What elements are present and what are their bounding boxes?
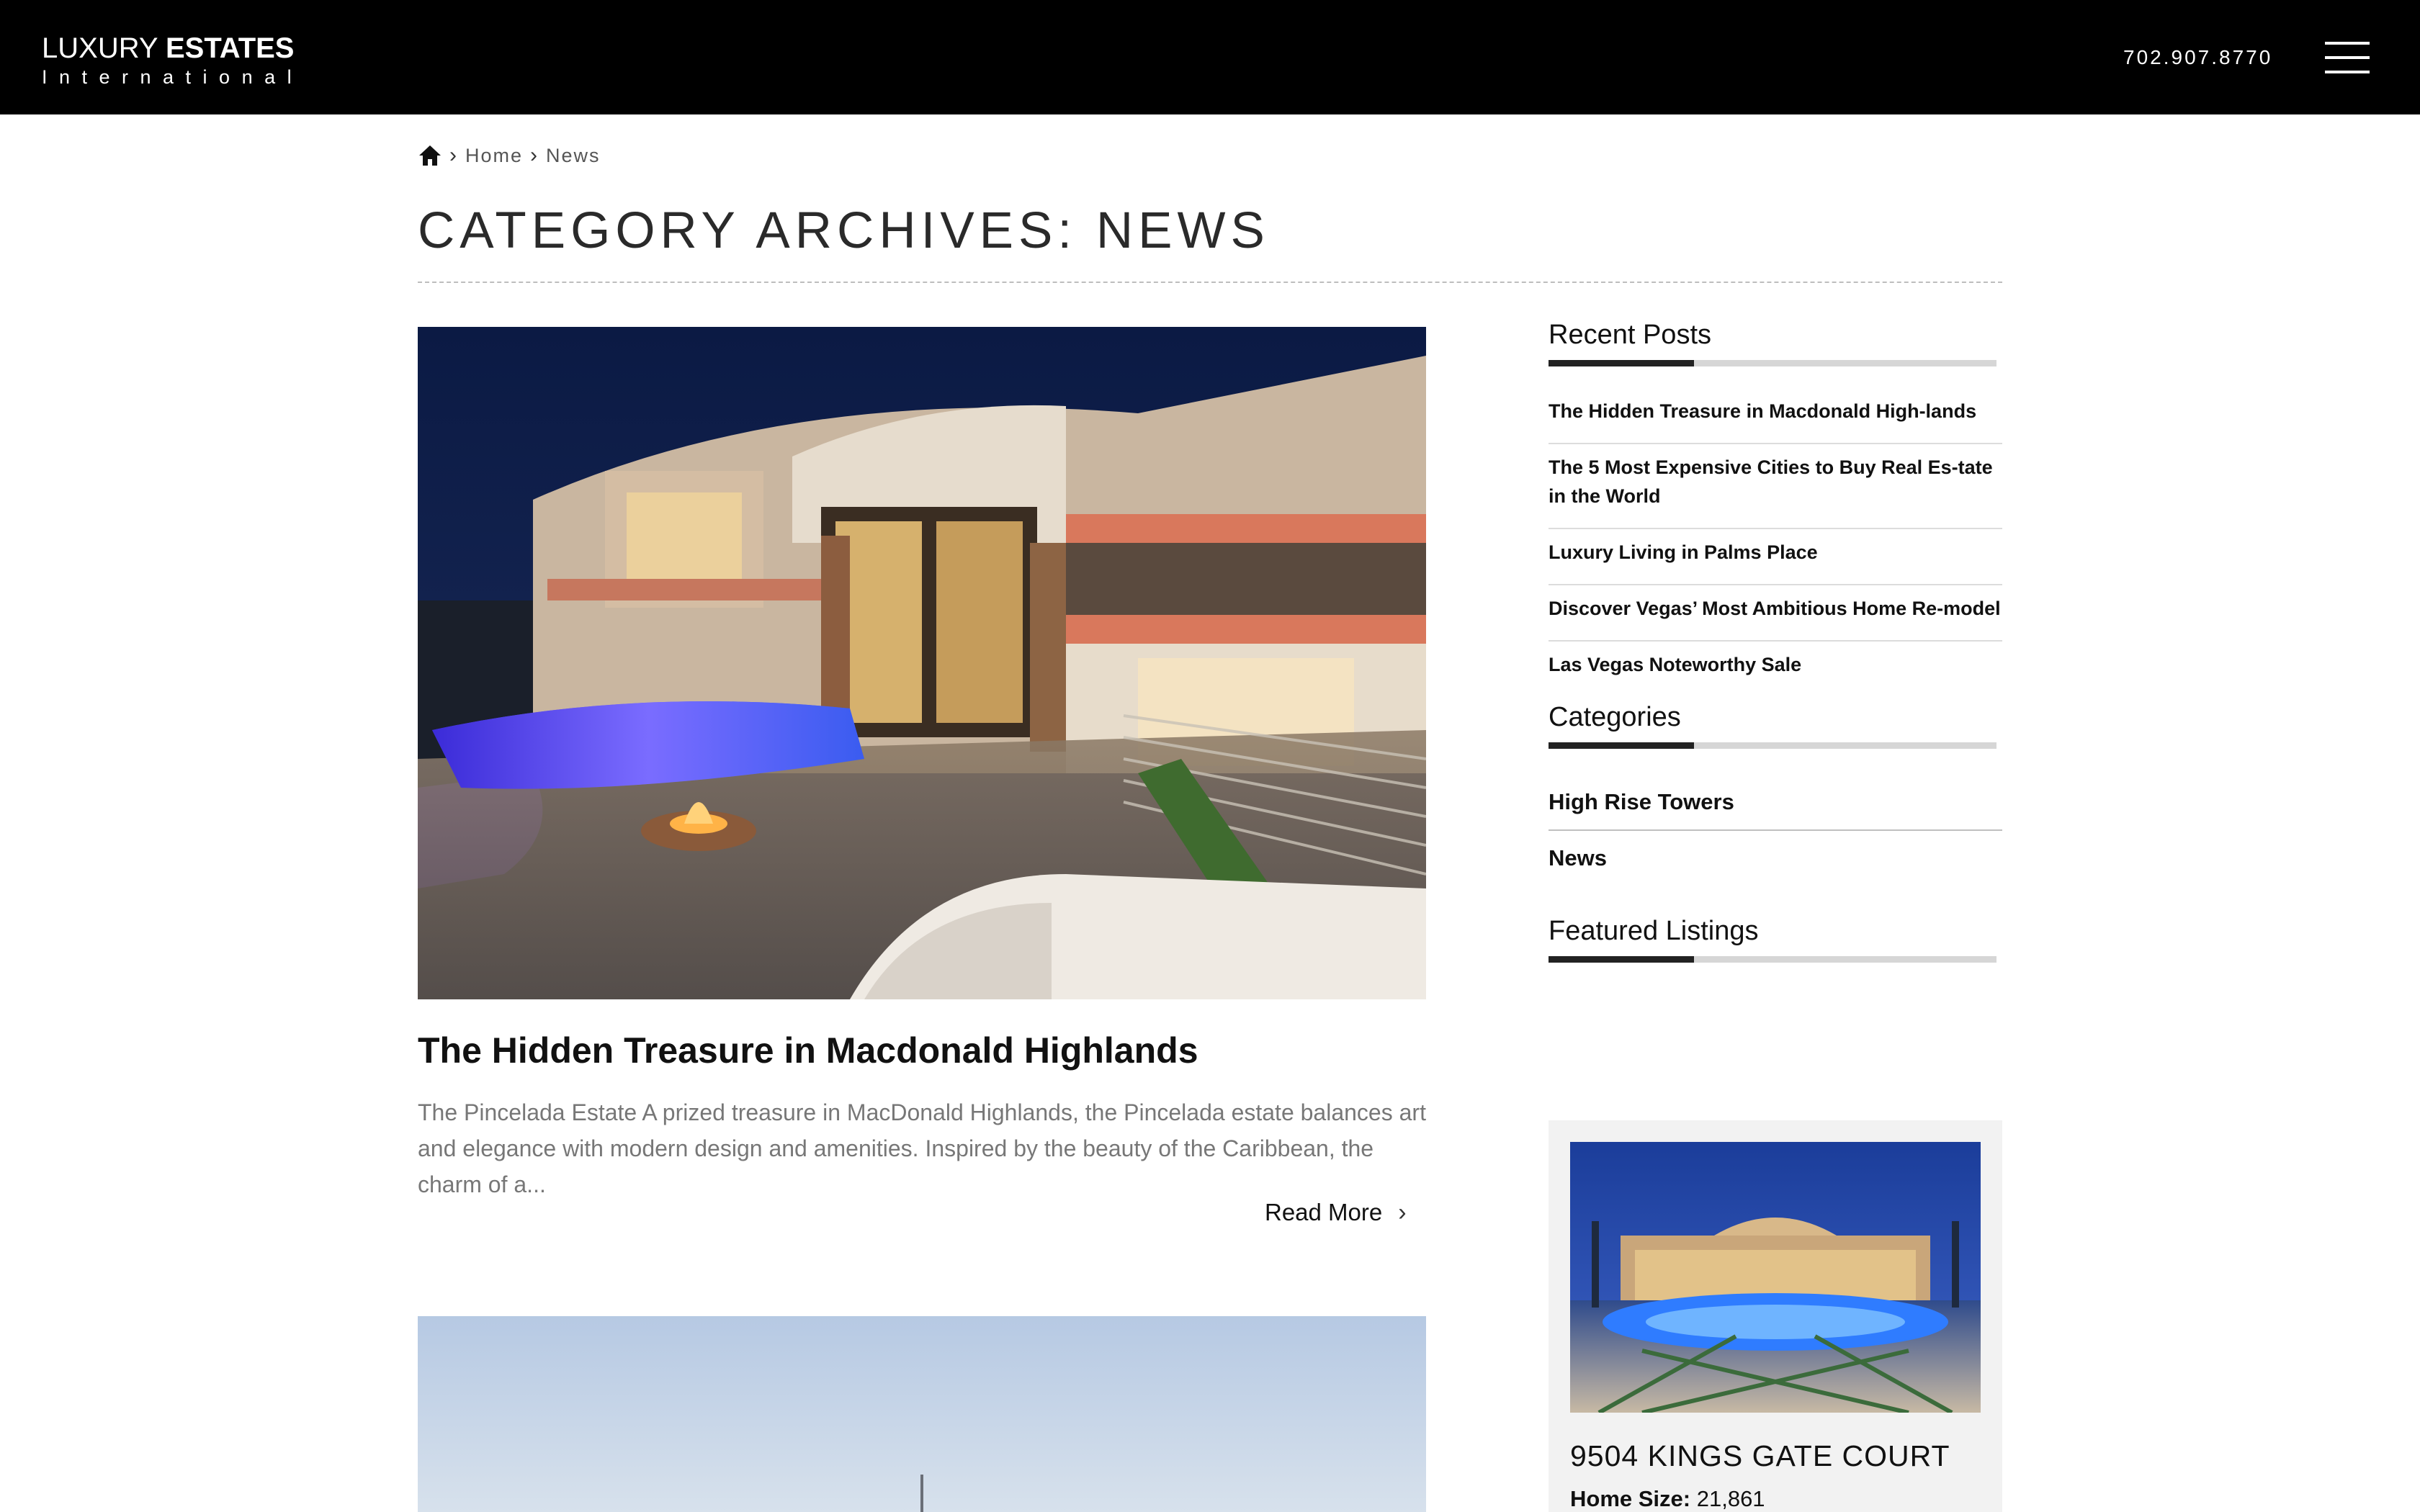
categories-heading: Categories [1549,702,1681,732]
home-icon[interactable] [418,143,442,168]
post-featured-image-2[interactable] [418,1316,1426,1512]
breadcrumb-home-link[interactable]: Home [465,145,523,167]
logo-word-estates: ESTATES [165,32,295,64]
home-size-value: 21,861 [1696,1486,1765,1511]
logo-word-luxury: LUXURY [42,32,158,64]
page-title: CATEGORY ARCHIVES: NEWS [418,202,1270,259]
heading-underline [1549,956,1996,963]
post-excerpt: The Pincelada Estate A prized treasure i… [418,1099,1426,1197]
logo-wordmark: LUXURY ESTATES [42,32,303,65]
title-divider [418,282,2002,283]
hamburger-menu-icon[interactable] [2325,42,2370,73]
home-size-label: Home Size: [1570,1486,1691,1511]
logo-tagline: International [42,66,304,88]
heading-underline [1549,742,1996,749]
categories-list: High Rise Towers News [1549,775,2002,886]
read-more-label: Read More [1265,1199,1383,1225]
breadcrumb-news-link[interactable]: News [546,145,601,167]
recent-posts-heading: Recent Posts [1549,320,1711,350]
breadcrumb: › Home › News [418,141,601,170]
post-title-link[interactable]: The Hidden Treasure in Macdonald Highlan… [418,1027,1198,1074]
recent-post-link[interactable]: Discover Vegas’ Most Ambitious Home Re-m… [1549,585,2002,642]
post-featured-image[interactable] [418,327,1426,999]
heading-underline [1549,360,1996,366]
chevron-right-icon: › [449,143,458,167]
chevron-right-icon: › [1398,1199,1407,1226]
chevron-right-icon: › [530,143,539,167]
sidebar: Recent Posts The Hidden Treasure in Macd… [1549,317,2002,963]
category-link[interactable]: News [1549,831,2002,886]
featured-listing-title[interactable]: 9504 KINGS GATE COURT [1570,1436,1950,1476]
recent-post-link[interactable]: Las Vegas Noteworthy Sale [1549,642,2002,696]
recent-post-link[interactable]: Luxury Living in Palms Place [1549,529,2002,585]
phone-number-link[interactable]: 702.907.8770 [2123,45,2272,71]
site-header: LUXURY ESTATES International 702.907.877… [0,0,2420,114]
featured-listing-meta: Home Size: 21,861 [1570,1485,1765,1512]
featured-listing-image[interactable] [1570,1142,1981,1413]
recent-post-link[interactable]: The Hidden Treasure in Macdonald High-la… [1549,388,2002,444]
featured-listings-heading: Featured Listings [1549,916,1759,946]
recent-posts-list: The Hidden Treasure in Macdonald High-la… [1549,388,2002,696]
site-logo[interactable]: LUXURY ESTATES International [42,32,303,89]
recent-post-link[interactable]: The 5 Most Expensive Cities to Buy Real … [1549,444,2002,529]
read-more-link[interactable]: Read More › [1265,1197,1407,1228]
category-link[interactable]: High Rise Towers [1549,775,2002,831]
